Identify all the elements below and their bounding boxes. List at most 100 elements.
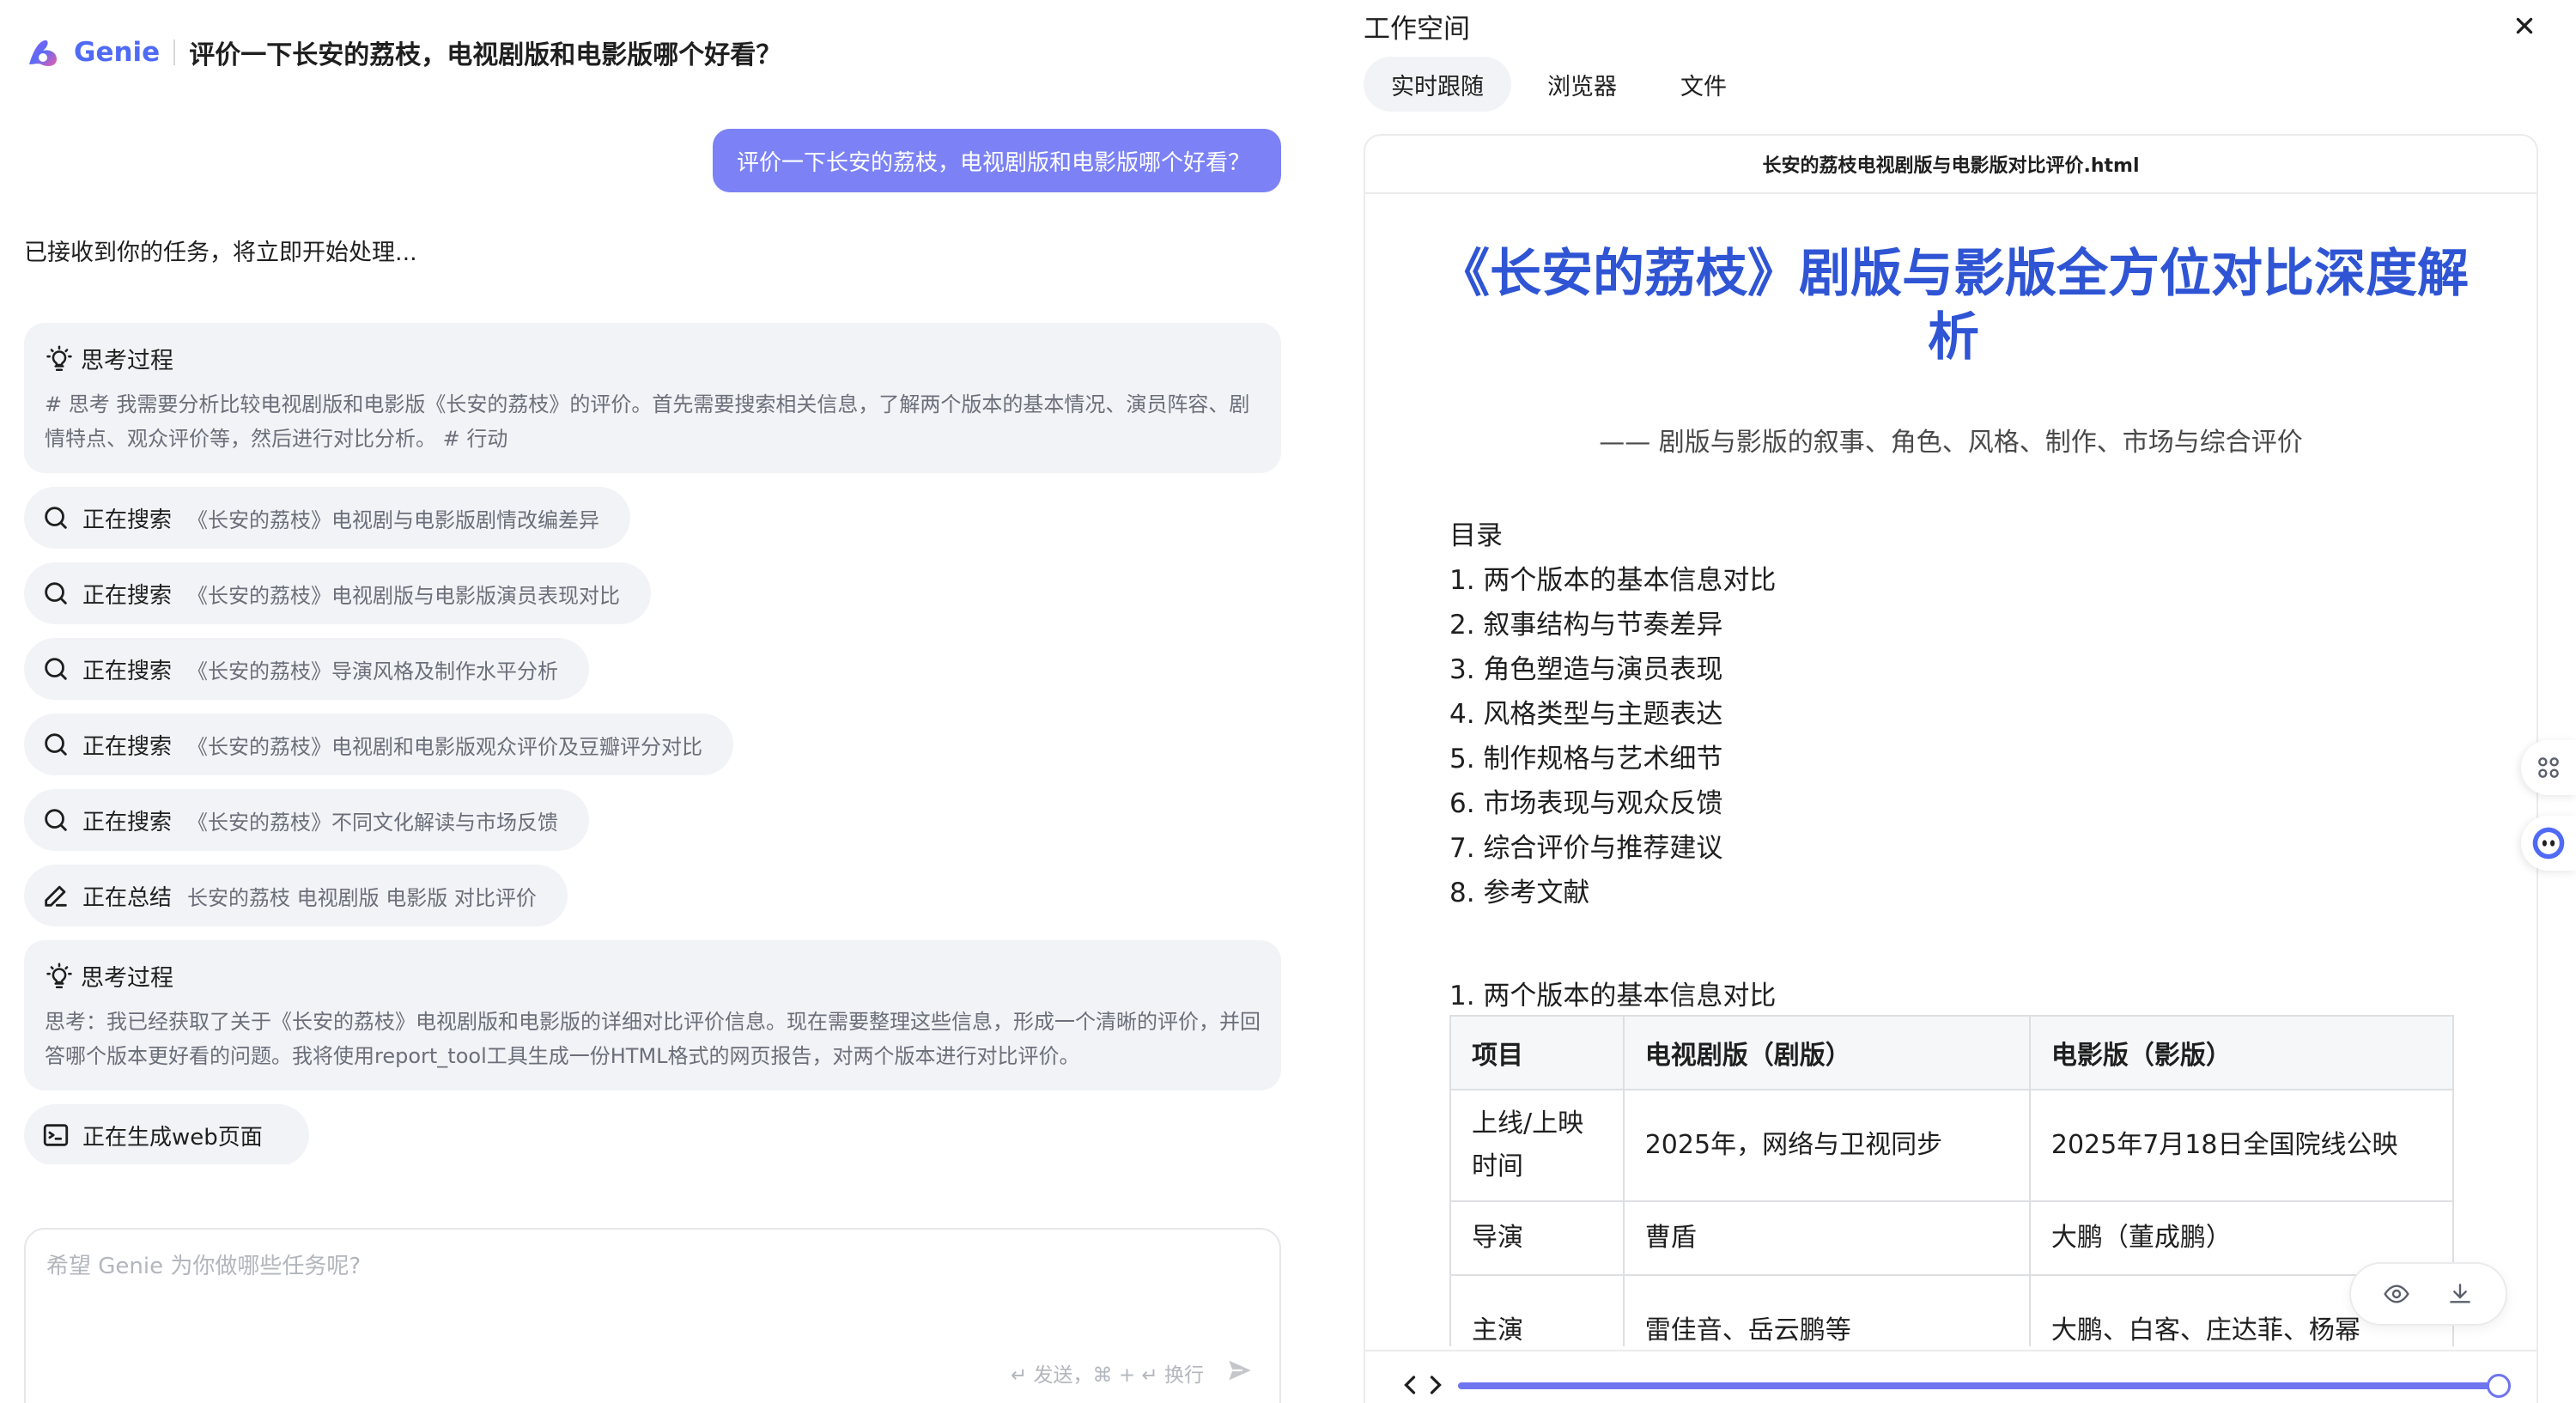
download-icon[interactable] xyxy=(2446,1280,2474,1308)
toc-item: 6. 市场表现与观众反馈 xyxy=(1449,788,1723,819)
step-label: 正在搜索 xyxy=(82,658,173,684)
toc-heading: 目录 xyxy=(1449,520,1503,551)
assistant-side-button[interactable] xyxy=(2521,816,2576,871)
workspace-title: 工作空间 xyxy=(1364,14,1470,45)
table-cell: 2025年，网络与卫视同步 xyxy=(1622,1089,2031,1202)
lightbulb-icon xyxy=(46,963,72,988)
eye-icon[interactable] xyxy=(2383,1280,2410,1308)
thinking-label: 思考过程 xyxy=(81,348,173,374)
close-icon xyxy=(2516,17,2533,34)
step-label: 正在总结 xyxy=(82,884,173,911)
search-icon xyxy=(45,658,67,680)
send-button[interactable] xyxy=(1219,1350,1261,1391)
step-label: 正在搜索 xyxy=(82,733,173,760)
search-icon xyxy=(45,507,67,529)
search-icon xyxy=(45,582,67,604)
step-label: 正在生成web页面 xyxy=(82,1124,263,1151)
keyboard-hint: ↵ 发送，⌘ + ↵ 换行 xyxy=(1010,1364,1204,1387)
table-cell: 导演 xyxy=(1449,1200,1625,1276)
apps-side-button[interactable] xyxy=(2521,740,2576,795)
table-cell: 曹盾 xyxy=(1622,1200,2031,1276)
toc-item: 8. 参考文献 xyxy=(1449,878,1590,908)
table-cell: 2025年7月18日全国院线公映 xyxy=(2028,1089,2455,1202)
search-step[interactable]: 正在搜索 《长安的荔枝》不同文化解读与市场反馈 xyxy=(24,789,590,851)
agent-step-stream: 思考过程 # 思考 我需要分析比较电视剧版和电影版《长安的荔枝》的评价。首先需要… xyxy=(24,323,1281,1164)
thinking-block[interactable]: 思考过程 思考：我已经获取了关于《长安的荔枝》电视剧版和电影版的详细对比评价信息… xyxy=(24,940,1281,1090)
table-row: 上线/上映时间 2025年，网络与卫视同步 2025年7月18日全国院线公映 xyxy=(1449,1089,2455,1202)
thinking-block[interactable]: 思考过程 # 思考 我需要分析比较电视剧版和电影版《长安的荔枝》的评价。首先需要… xyxy=(24,323,1281,473)
search-step[interactable]: 正在搜索 《长安的荔枝》电视剧和电影版观众评价及豆瓣评分对比 xyxy=(24,714,734,775)
generating-step[interactable]: 正在生成web页面 xyxy=(24,1104,309,1164)
chat-panel: Genie 评价一下长安的荔枝，电视剧版和电影版哪个好看？ 评价一下长安的荔枝，… xyxy=(0,0,1340,1403)
step-query: 长安的荔枝 电视剧版 电影版 对比评价 xyxy=(187,885,537,910)
toc-item: 3. 角色塑造与演员表现 xyxy=(1449,654,1723,685)
thinking-text: # 思考 我需要分析比较电视剧版和电影版《长安的荔枝》的评价。首先需要搜索相关信… xyxy=(45,392,1250,451)
step-label: 正在搜索 xyxy=(82,582,173,609)
playback-progress-track[interactable] xyxy=(1458,1374,2511,1398)
step-query: 《长安的荔枝》电视剧版与电影版演员表现对比 xyxy=(187,583,621,608)
playback-bar xyxy=(1365,1350,2537,1403)
report-subtitle: —— 剧版与影版的叙事、角色、风格、制作、市场与综合评价 xyxy=(1599,428,2303,458)
previous-step-button[interactable] xyxy=(1400,1372,1420,1398)
assistant-ack-message: 已接收到你的任务，将立即开始处理... xyxy=(24,240,417,266)
close-workspace-button[interactable] xyxy=(2507,9,2542,43)
chevron-right-icon xyxy=(1430,1376,1442,1394)
chat-title: 评价一下长安的荔枝，电视剧版和电影版哪个好看？ xyxy=(189,40,782,70)
summarize-step[interactable]: 正在总结 长安的荔枝 电视剧版 电影版 对比评价 xyxy=(24,865,568,926)
toc-item: 4. 风格类型与主题表达 xyxy=(1449,699,1723,730)
step-label: 正在搜索 xyxy=(82,809,173,835)
assistant-face-icon xyxy=(2532,827,2565,859)
step-label: 正在搜索 xyxy=(82,507,173,533)
toc-item: 5. 制作规格与艺术细节 xyxy=(1449,744,1723,774)
step-query: 《长安的荔枝》不同文化解读与市场反馈 xyxy=(187,810,559,835)
step-query: 《长安的荔枝》导演风格及制作水平分析 xyxy=(187,659,559,683)
send-icon xyxy=(1229,1360,1251,1381)
table-cell: 主演 xyxy=(1449,1274,1625,1346)
toc-item: 7. 综合评价与推荐建议 xyxy=(1449,833,1723,864)
search-step[interactable]: 正在搜索 《长安的荔枝》电视剧版与电影版演员表现对比 xyxy=(24,562,652,624)
apps-grid-icon xyxy=(2538,757,2559,778)
edit-icon xyxy=(45,885,67,907)
search-icon xyxy=(45,733,67,756)
search-step[interactable]: 正在搜索 《长安的荔枝》导演风格及制作水平分析 xyxy=(24,638,590,700)
search-step[interactable]: 正在搜索 《长安的荔枝》电视剧与电影版剧情改编差异 xyxy=(24,487,631,549)
chat-header: Genie 评价一下长安的荔枝，电视剧版和电影版哪个好看？ xyxy=(24,31,781,74)
lightbulb-icon xyxy=(46,345,72,371)
report-title: 《长安的荔枝》剧版与影版全方位对比深度解析 xyxy=(1438,244,2469,367)
column-header: 项目 xyxy=(1449,1015,1625,1090)
thinking-header: 思考过程 xyxy=(45,959,1261,993)
step-query: 《长安的荔枝》电视剧和电影版观众评价及豆瓣评分对比 xyxy=(187,734,703,759)
table-row: 导演 曹盾 大鹏（董成鹏） xyxy=(1449,1200,2455,1276)
table-of-contents: 目录 1. 两个版本的基本信息对比 2. 叙事结构与节奏差异 3. 角色塑造与演… xyxy=(1449,513,1776,915)
table-cell: 雷佳音、岳云鹏等 xyxy=(1622,1274,2031,1346)
next-step-button[interactable] xyxy=(1425,1372,1446,1398)
tab-files[interactable]: 文件 xyxy=(1653,57,1754,112)
table-header-row: 项目 电视剧版（剧版） 电影版（影版） xyxy=(1449,1015,2455,1090)
thinking-text: 思考：我已经获取了关于《长安的荔枝》电视剧版和电影版的详细对比评价信息。现在需要… xyxy=(45,1010,1261,1068)
tab-browser[interactable]: 浏览器 xyxy=(1520,57,1644,112)
toc-item: 2. 叙事结构与节奏差异 xyxy=(1449,610,1723,641)
file-preview-panel: 长安的荔枝电视剧版与电影版对比评价.html 《长安的荔枝》剧版与影版全方位对比… xyxy=(1364,134,2538,1403)
column-header: 电视剧版（剧版） xyxy=(1622,1015,2031,1090)
preview-action-pill xyxy=(2349,1262,2507,1326)
user-message-bubble: 评价一下长安的荔枝，电视剧版和电影版哪个好看？ xyxy=(712,129,1281,192)
logo-text: Genie xyxy=(74,37,161,68)
search-icon xyxy=(45,809,67,831)
column-header: 电影版（影版） xyxy=(2028,1015,2455,1090)
toc-item: 1. 两个版本的基本信息对比 xyxy=(1449,565,1777,596)
tab-live-follow[interactable]: 实时跟随 xyxy=(1364,57,1511,112)
terminal-icon xyxy=(43,1124,69,1146)
task-input[interactable] xyxy=(46,1254,1163,1279)
comparison-table: 项目 电视剧版（剧版） 电影版（影版） 上线/上映时间 2025年，网络与卫视同… xyxy=(1449,1015,2455,1346)
step-query: 《长安的荔枝》电视剧与电影版剧情改编差异 xyxy=(187,507,600,532)
chevron-left-icon xyxy=(1404,1376,1416,1394)
playback-progress-handle[interactable] xyxy=(2486,1374,2511,1398)
file-name: 长安的荔枝电视剧版与电影版对比评价.html xyxy=(1365,136,2537,194)
table-row: 主演 雷佳音、岳云鹏等 大鹏、白客、庄达菲、杨幂 xyxy=(1449,1274,2455,1346)
workspace-tabs: 实时跟随 浏览器 文件 xyxy=(1364,57,1763,112)
genie-logo-icon xyxy=(29,39,57,66)
html-report-document[interactable]: 《长安的荔枝》剧版与影版全方位对比深度解析 —— 剧版与影版的叙事、角色、风格、… xyxy=(1365,196,2537,1346)
table-cell: 上线/上映时间 xyxy=(1449,1089,1625,1202)
thinking-header: 思考过程 xyxy=(45,342,1261,375)
message-composer: ↵ 发送，⌘ + ↵ 换行 xyxy=(24,1228,1281,1403)
